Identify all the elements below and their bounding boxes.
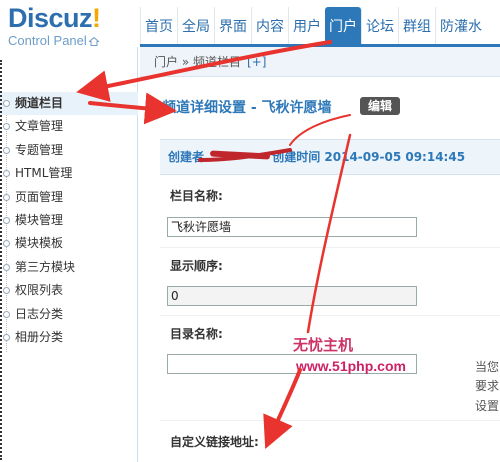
home-icon: [88, 37, 99, 46]
bullet-icon: [3, 146, 10, 154]
bullet-icon: [3, 287, 10, 295]
sidebar-item-html[interactable]: HTML管理: [0, 162, 138, 185]
channel-name-input[interactable]: 飞秋许愿墙: [167, 217, 417, 237]
sidebar-item-channel[interactable]: 频道栏目: [0, 92, 138, 116]
logo[interactable]: Discuz! Control Panel: [8, 4, 101, 48]
created-value: 2014-09-05 09:14:45: [324, 150, 466, 164]
custom-link-label: 自定义链接地址:: [170, 435, 259, 449]
nav-forum[interactable]: 论坛: [361, 7, 398, 45]
sidebar-item-topics[interactable]: 专题管理: [0, 139, 138, 162]
row-divider: [160, 247, 500, 248]
meta-bar: 创建者 创建时间 2014-09-05 09:14:45: [160, 139, 500, 175]
channel-name-label: 栏目名称:: [170, 189, 223, 203]
row-divider: [160, 420, 500, 421]
sidebar-item-permissions[interactable]: 权限列表: [0, 279, 138, 302]
sidebar-list: 频道栏目 文章管理 专题管理 HTML管理 页面管理 模块管理 模块模板 第三方…: [0, 92, 138, 349]
bullet-icon: [3, 310, 10, 318]
sidebar-item-block-templates[interactable]: 模块模板: [0, 232, 138, 255]
sidebar-item-label: HTML管理: [15, 166, 73, 181]
sidebar-item-label: 模块模板: [15, 236, 64, 251]
directory-hint-line1: 当您: [475, 360, 500, 374]
directory-name-label: 目录名称:: [170, 327, 223, 341]
directory-hint-line2: 要求: [475, 379, 500, 393]
watermark-url: www.51php.com: [296, 358, 406, 374]
bullet-icon: [3, 100, 10, 107]
nav-content[interactable]: 内容: [251, 7, 288, 45]
sidebar-item-label: 权限列表: [15, 283, 64, 298]
sidebar-item-label: 页面管理: [15, 189, 64, 204]
row-divider: [160, 315, 500, 316]
nav-global[interactable]: 全局: [177, 7, 214, 45]
creator-label: 创建者: [168, 150, 205, 164]
main-panel: 门户 » 频道栏目 [+] 频道详细设置 - 飞秋许愿墙 编辑 创建者 创建时间 …: [140, 47, 500, 462]
sidebar-item-label: 模块管理: [15, 212, 64, 227]
bullet-icon: [3, 123, 10, 131]
display-order-label: 显示顺序:: [170, 259, 223, 273]
directory-hint-line3: 设置: [475, 399, 500, 413]
nav-antispam[interactable]: 防灌水: [435, 7, 486, 45]
sidebar-item-blocks[interactable]: 模块管理: [0, 209, 138, 232]
nav-user[interactable]: 用户: [288, 7, 325, 45]
header: Discuz! Control Panel 首页 全局 界面 内容 用户 门户 …: [0, 0, 500, 48]
sidebar-item-label: 相册分类: [15, 329, 64, 344]
sidebar-item-album-category[interactable]: 相册分类: [0, 326, 138, 349]
bullet-icon: [3, 240, 10, 248]
page-title: 频道详细设置 - 飞秋许愿墙: [162, 100, 332, 116]
sidebar-item-third-party[interactable]: 第三方模块: [0, 256, 138, 279]
sidebar-item-label: 第三方模块: [15, 259, 76, 274]
nav-portal[interactable]: 门户: [325, 7, 361, 45]
nav-group[interactable]: 群组: [398, 7, 435, 45]
created-label: 创建时间: [272, 150, 321, 164]
sidebar-item-label: 频道栏目: [15, 96, 64, 110]
edit-button[interactable]: 编辑: [360, 97, 400, 115]
sidebar-item-log-category[interactable]: 日志分类: [0, 303, 138, 326]
bullet-icon: [3, 263, 10, 271]
nav-home[interactable]: 首页: [140, 7, 177, 45]
sidebar-item-label: 日志分类: [15, 306, 64, 321]
sidebar-item-pages[interactable]: 页面管理: [0, 186, 138, 209]
nav-style[interactable]: 界面: [214, 7, 251, 45]
display-order-input[interactable]: 0: [167, 286, 417, 306]
sidebar-item-label: 专题管理: [15, 142, 64, 157]
watermark-title: 无忧主机: [293, 336, 354, 354]
logo-wordmark: Discuz!: [8, 3, 101, 33]
top-nav: 首页 全局 界面 内容 用户 门户 论坛 群组 防灌水: [140, 7, 486, 45]
redaction-mark: [210, 150, 271, 160]
bullet-icon: [3, 333, 10, 341]
sidebar-item-label: 文章管理: [15, 119, 64, 134]
bullet-icon: [3, 193, 10, 201]
breadcrumb-path[interactable]: 门户 » 频道栏目: [154, 55, 241, 69]
left-edge-marks: [0, 60, 2, 460]
bullet-icon: [3, 170, 10, 178]
sidebar-item-articles[interactable]: 文章管理: [0, 115, 138, 138]
breadcrumb: 门户 » 频道栏目 [+]: [140, 47, 500, 77]
add-channel-link[interactable]: [+]: [247, 55, 266, 69]
logo-subtitle: Control Panel: [8, 34, 101, 48]
sidebar: 频道栏目 文章管理 专题管理 HTML管理 页面管理 模块管理 模块模板 第三方…: [0, 47, 138, 462]
bullet-icon: [3, 216, 10, 224]
